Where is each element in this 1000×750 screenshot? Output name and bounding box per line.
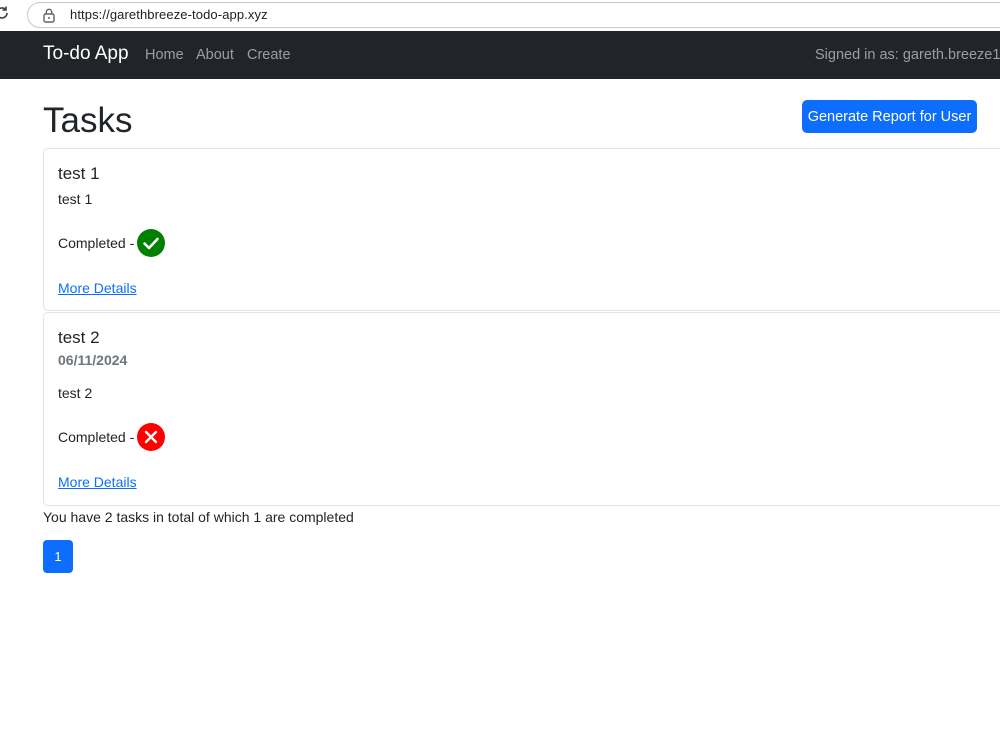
nav-link-home[interactable]: Home: [145, 47, 184, 63]
task-description: test 2: [58, 385, 93, 401]
task-date: 06/11/2024: [58, 352, 128, 368]
pagination-page-1[interactable]: 1: [43, 540, 73, 573]
page-title: Tasks: [43, 101, 133, 140]
status-label: Completed -: [58, 429, 135, 445]
task-status: Completed -: [58, 229, 166, 257]
task-title: test 1: [58, 164, 100, 183]
navbar: To-do App Home About Create Signed in as…: [0, 31, 1000, 79]
reload-icon[interactable]: [0, 5, 10, 21]
more-details-link[interactable]: More Details: [58, 474, 137, 490]
nav-link-about[interactable]: About: [196, 47, 234, 63]
status-label: Completed -: [58, 235, 135, 251]
browser-toolbar: https://garethbreeze-todo-app.xyz: [0, 0, 1000, 32]
task-status: Completed -: [58, 423, 166, 451]
task-description: test 1: [58, 191, 93, 207]
signed-in-user: Signed in as: gareth.breeze199: [815, 47, 1000, 63]
check-circle-icon: [137, 229, 166, 257]
task-card: test 1 test 1 Completed - More Details: [43, 148, 1000, 311]
x-circle-icon: [137, 423, 166, 451]
task-summary: You have 2 tasks in total of which 1 are…: [43, 509, 354, 525]
address-bar[interactable]: https://garethbreeze-todo-app.xyz: [27, 2, 1000, 28]
task-title: test 2: [58, 328, 100, 347]
navbar-brand[interactable]: To-do App: [43, 43, 129, 65]
generate-report-button[interactable]: Generate Report for User: [802, 100, 977, 133]
url-text[interactable]: https://garethbreeze-todo-app.xyz: [70, 7, 268, 22]
more-details-link[interactable]: More Details: [58, 280, 137, 296]
lock-icon[interactable]: [42, 7, 56, 23]
task-card: test 2 06/11/2024 test 2 Completed - Mor…: [43, 312, 1000, 506]
nav-link-create[interactable]: Create: [247, 47, 291, 63]
